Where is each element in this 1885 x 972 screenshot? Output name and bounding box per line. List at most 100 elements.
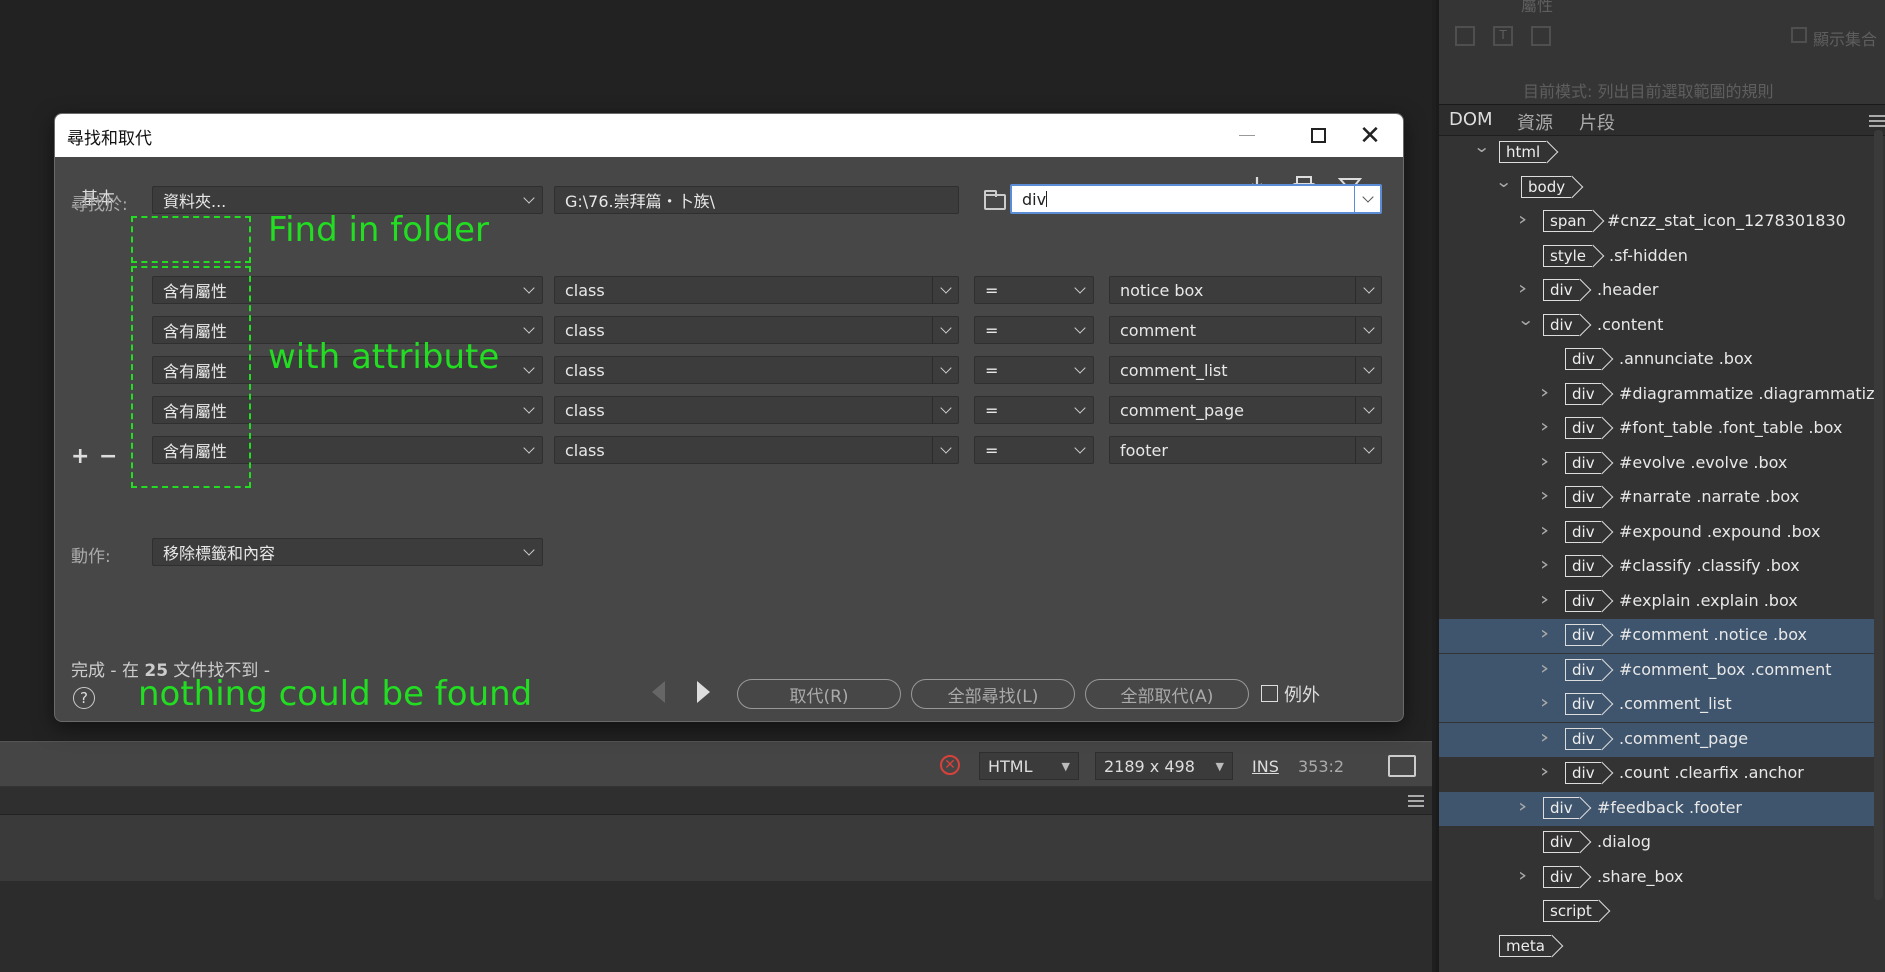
remove-rule-button[interactable]: − (99, 444, 117, 469)
dom-node[interactable]: › div #comment .notice .box (1439, 619, 1879, 653)
rule-value-dropdown[interactable]: notice box (1109, 276, 1382, 304)
expand-right-icon[interactable]: › (1540, 485, 1549, 506)
dom-tag: div (1543, 279, 1579, 301)
annotation-nothing-found: nothing could be found (138, 674, 533, 714)
exception-checkbox[interactable] (1261, 685, 1278, 702)
expand-down-icon[interactable]: ⌄ (1473, 137, 1490, 156)
dom-node[interactable]: ⌄ html (1439, 136, 1879, 170)
dom-node[interactable]: › div #evolve .evolve .box (1439, 447, 1879, 481)
expand-right-icon[interactable]: › (1518, 209, 1527, 230)
dom-node[interactable]: style .sf-hidden (1439, 240, 1879, 274)
next-result-icon[interactable] (697, 681, 710, 703)
rule-attribute-dropdown[interactable]: class (554, 356, 959, 384)
browse-folder-icon[interactable] (984, 190, 1006, 210)
rule-attribute-dropdown[interactable]: class (554, 436, 959, 464)
rule-operator-dropdown[interactable]: = (974, 316, 1094, 344)
dom-selector: #feedback .footer (1597, 797, 1742, 817)
dom-node[interactable]: › div .share_box (1439, 861, 1879, 895)
dom-node[interactable]: ⌄ div .content (1439, 309, 1879, 343)
dom-node[interactable]: › div #feedback .footer (1439, 791, 1879, 826)
dom-node[interactable]: ⌄ body (1439, 171, 1879, 205)
rule-value-dropdown[interactable]: comment (1109, 316, 1382, 344)
dom-node[interactable]: div .annunciate .box (1439, 343, 1879, 377)
dom-node[interactable]: › div .comment_list (1439, 688, 1879, 722)
rule-attribute-dropdown[interactable]: class (554, 276, 959, 304)
expand-right-icon[interactable]: › (1540, 520, 1549, 541)
viewport-size-dropdown[interactable]: 2189 x 498 ▼ (1095, 752, 1233, 780)
dom-node[interactable]: › div #narrate .narrate .box (1439, 481, 1879, 515)
expand-down-icon[interactable]: ⌄ (1495, 172, 1512, 191)
chevron-down-icon (1355, 397, 1381, 423)
expand-right-icon[interactable]: › (1540, 382, 1549, 403)
dom-node[interactable]: › div #expound .expound .box (1439, 516, 1879, 550)
status-prefix: 完成 - 在 (71, 661, 145, 681)
dom-node[interactable]: script (1439, 895, 1879, 929)
action-dropdown[interactable]: 移除標籤和內容 (152, 538, 543, 566)
expand-right-icon[interactable]: › (1540, 727, 1549, 748)
expand-right-icon[interactable]: › (1540, 554, 1549, 575)
expand-right-icon[interactable]: › (1540, 623, 1549, 644)
expand-right-icon[interactable]: › (1540, 692, 1549, 713)
dom-tag: div (1565, 417, 1601, 439)
rule-value-dropdown[interactable]: comment_page (1109, 396, 1382, 424)
expand-down-icon[interactable]: ⌄ (1517, 310, 1534, 329)
dom-node[interactable]: › div #diagrammatize .diagrammatize .cle (1439, 378, 1879, 412)
dom-node[interactable]: meta (1439, 930, 1879, 964)
dom-tag: style (1543, 244, 1592, 267)
rule-value-dropdown[interactable]: comment_list (1109, 356, 1382, 384)
minimize-button[interactable] (1212, 114, 1282, 157)
rule-attribute-dropdown[interactable]: class (554, 316, 959, 344)
dom-tag: html (1499, 141, 1547, 163)
dom-node[interactable]: › span #cnzz_stat_icon_1278301830 (1439, 205, 1879, 239)
previous-result-icon[interactable] (652, 681, 665, 703)
expand-right-icon[interactable]: › (1540, 451, 1549, 472)
dom-scrollbar[interactable] (1874, 130, 1883, 900)
tab-assets[interactable]: 資源 (1517, 109, 1553, 135)
tag-search-input[interactable]: div (1010, 184, 1382, 214)
find-all-button[interactable]: 全部尋找(L) (911, 679, 1075, 709)
language-dropdown[interactable]: HTML ▼ (979, 752, 1079, 780)
replace-all-button[interactable]: 全部取代(A) (1085, 679, 1249, 709)
tab-snippets[interactable]: 片段 (1579, 109, 1615, 135)
dom-node[interactable]: › div .count .clearfix .anchor (1439, 757, 1879, 791)
error-icon[interactable]: ✕ (940, 755, 960, 775)
replace-button[interactable]: 取代(R) (737, 679, 901, 709)
folder-path-input[interactable]: G:\76.崇拜篇・卜族\ (554, 186, 959, 214)
text-icon[interactable]: T (1493, 26, 1513, 46)
rule-operator-dropdown[interactable]: = (974, 356, 1094, 384)
expand-right-icon[interactable]: › (1540, 416, 1549, 437)
insert-mode-indicator[interactable]: INS (1252, 752, 1279, 780)
dom-node[interactable]: › div #classify .classify .box (1439, 550, 1879, 584)
dom-node[interactable]: › div #explain .explain .box (1439, 585, 1879, 619)
layout-icon[interactable] (1455, 26, 1475, 46)
show-set-checkbox[interactable] (1791, 27, 1807, 43)
dom-node[interactable]: › div .header (1439, 274, 1879, 308)
expand-right-icon[interactable]: › (1540, 761, 1549, 782)
dom-selector: #explain .explain .box (1619, 590, 1798, 610)
expand-right-icon[interactable]: › (1518, 796, 1527, 817)
close-button[interactable]: ✕ (1335, 114, 1403, 157)
add-rule-button[interactable]: + (71, 444, 89, 469)
expand-right-icon[interactable]: › (1518, 865, 1527, 886)
dom-tag: div (1565, 693, 1601, 715)
dom-node[interactable]: › div #comment_box .comment (1439, 653, 1879, 688)
border-icon[interactable] (1531, 26, 1551, 46)
panel-menu-icon[interactable] (1408, 795, 1424, 807)
help-icon[interactable]: ? (73, 687, 95, 709)
rule-operator-dropdown[interactable]: = (974, 396, 1094, 424)
dom-node[interactable]: › div .comment_page (1439, 722, 1879, 757)
expand-right-icon[interactable]: › (1540, 589, 1549, 610)
dom-tree[interactable]: ⌄ html ⌄ body › span #cnzz_stat_icon_127830183… (1439, 136, 1879, 972)
panel-menu-icon[interactable] (1869, 115, 1885, 127)
dom-node[interactable]: div .dialog (1439, 826, 1879, 860)
tab-dom[interactable]: DOM (1449, 109, 1493, 130)
rule-operator-dropdown[interactable]: = (974, 436, 1094, 464)
rule-operator-dropdown[interactable]: = (974, 276, 1094, 304)
rule-value-dropdown[interactable]: footer (1109, 436, 1382, 464)
rule-attribute-dropdown[interactable]: class (554, 396, 959, 424)
expand-right-icon[interactable]: › (1518, 278, 1527, 299)
dom-node[interactable]: › div #font_table .font_table .box (1439, 412, 1879, 446)
live-view-icon[interactable] (1388, 755, 1416, 777)
expand-right-icon[interactable]: › (1540, 658, 1549, 679)
lower-panel-toolbar (0, 815, 1432, 881)
